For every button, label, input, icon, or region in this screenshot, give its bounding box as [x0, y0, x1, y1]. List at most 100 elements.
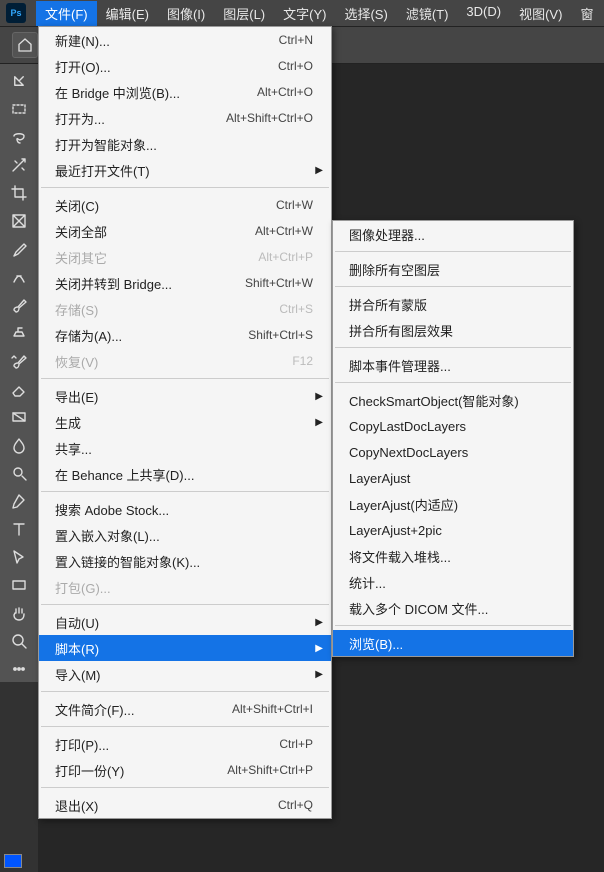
file-item-32[interactable]: 打印一份(Y)Alt+Shift+Ctrl+P [39, 757, 331, 783]
file-item-16[interactable]: 生成▶ [39, 409, 331, 435]
menu-4[interactable]: 文字(Y) [274, 1, 335, 26]
frame-tool[interactable] [4, 208, 34, 234]
file-item-17[interactable]: 共享... [39, 435, 331, 461]
file-item-25[interactable]: 自动(U)▶ [39, 609, 331, 635]
script-item-14[interactable]: LayerAjust+2pic [333, 517, 573, 543]
file-item-0[interactable]: 新建(N)...Ctrl+N [39, 27, 331, 53]
file-item-1[interactable]: 打开(O)...Ctrl+O [39, 53, 331, 79]
home-button[interactable] [12, 32, 38, 58]
crop-tool[interactable] [4, 180, 34, 206]
spot-healing-tool[interactable] [4, 264, 34, 290]
brush-tool[interactable] [4, 292, 34, 318]
pen-tool[interactable] [4, 488, 34, 514]
menu-5[interactable]: 选择(S) [335, 1, 396, 26]
menu-8[interactable]: 视图(V) [510, 1, 571, 26]
file-label-10: 关闭并转到 Bridge... [55, 274, 233, 293]
move-tool[interactable] [4, 68, 34, 94]
script-label-9: CheckSmartObject(智能对象) [349, 391, 555, 410]
script-label-16: 统计... [349, 573, 555, 592]
gradient-tool[interactable] [4, 404, 34, 430]
file-sep-14 [41, 378, 329, 379]
lasso-tool[interactable] [4, 124, 34, 150]
script-item-5[interactable]: 拼合所有图层效果 [333, 317, 573, 343]
script-sep-3 [335, 286, 571, 287]
file-item-18[interactable]: 在 Behance 上共享(D)... [39, 461, 331, 487]
script-label-17: 载入多个 DICOM 文件... [349, 599, 555, 618]
file-label-16: 生成 [55, 413, 313, 432]
file-item-10[interactable]: 关闭并转到 Bridge...Shift+Ctrl+W [39, 270, 331, 296]
script-item-10[interactable]: CopyLastDocLayers [333, 413, 573, 439]
file-label-11: 存储(S) [55, 300, 267, 319]
file-item-21[interactable]: 置入嵌入对象(L)... [39, 522, 331, 548]
file-item-27[interactable]: 导入(M)▶ [39, 661, 331, 687]
script-item-19[interactable]: 浏览(B)... [333, 630, 573, 656]
submenu-arrow-icon: ▶ [315, 643, 323, 654]
magic-wand-tool[interactable] [4, 152, 34, 178]
file-item-12[interactable]: 存储为(A)...Shift+Ctrl+S [39, 322, 331, 348]
file-item-31[interactable]: 打印(P)...Ctrl+P [39, 731, 331, 757]
file-item-8[interactable]: 关闭全部 Alt+Ctrl+W [39, 218, 331, 244]
file-item-3[interactable]: 打开为...Alt+Shift+Ctrl+O [39, 105, 331, 131]
menu-1[interactable]: 编辑(E) [97, 1, 158, 26]
file-label-23: 打包(G)... [55, 578, 313, 597]
file-item-2[interactable]: 在 Bridge 中浏览(B)...Alt+Ctrl+O [39, 79, 331, 105]
file-item-5[interactable]: 最近打开文件(T)▶ [39, 157, 331, 183]
zoom-tool[interactable] [4, 628, 34, 654]
menu-2[interactable]: 图像(I) [158, 1, 214, 26]
file-label-2: 在 Bridge 中浏览(B)... [55, 83, 245, 102]
eraser-tool[interactable] [4, 376, 34, 402]
script-item-11[interactable]: CopyNextDocLayers [333, 439, 573, 465]
history-brush-tool[interactable] [4, 348, 34, 374]
menu-3[interactable]: 图层(L) [214, 1, 274, 26]
script-item-9[interactable]: CheckSmartObject(智能对象) [333, 387, 573, 413]
file-shortcut-0: Ctrl+N [279, 33, 313, 47]
eyedropper-tool[interactable] [4, 236, 34, 262]
script-item-17[interactable]: 载入多个 DICOM 文件... [333, 595, 573, 621]
script-label-13: LayerAjust(内适应) [349, 495, 555, 514]
rectangle-tool[interactable] [4, 572, 34, 598]
type-tool[interactable] [4, 516, 34, 542]
menu-9[interactable]: 窗 [571, 1, 602, 26]
file-label-8: 关闭全部 [55, 222, 243, 241]
marquee-tool[interactable] [4, 96, 34, 122]
file-menu-dropdown: 新建(N)...Ctrl+N打开(O)...Ctrl+O在 Bridge 中浏览… [38, 26, 332, 819]
script-submenu-dropdown: 图像处理器... 删除所有空图层拼合所有蒙版拼合所有图层效果脚本事件管理器... C… [332, 220, 574, 657]
blur-tool[interactable] [4, 432, 34, 458]
file-shortcut-13: F12 [292, 354, 313, 368]
file-item-20[interactable]: 搜索 Adobe Stock... [39, 496, 331, 522]
hand-tool[interactable] [4, 600, 34, 626]
file-item-26[interactable]: 脚本(R)▶ [39, 635, 331, 661]
color-swatch[interactable] [4, 848, 34, 868]
file-item-29[interactable]: 文件简介(F)...Alt+Shift+Ctrl+I [39, 696, 331, 722]
file-item-4[interactable]: 打开为智能对象... [39, 131, 331, 157]
script-item-4[interactable]: 拼合所有蒙版 [333, 291, 573, 317]
script-item-16[interactable]: 统计... [333, 569, 573, 595]
foreground-color[interactable] [4, 854, 22, 868]
clone-stamp-tool[interactable] [4, 320, 34, 346]
submenu-arrow-icon: ▶ [315, 165, 323, 176]
file-shortcut-34: Ctrl+Q [278, 798, 313, 812]
script-item-0[interactable]: 图像处理器... [333, 221, 573, 247]
file-item-7[interactable]: 关闭(C)Ctrl+W [39, 192, 331, 218]
dodge-tool[interactable] [4, 460, 34, 486]
file-label-31: 打印(P)... [55, 735, 267, 754]
file-shortcut-8: Alt+Ctrl+W [255, 224, 313, 238]
more-tool[interactable] [4, 656, 34, 682]
path-select-tool[interactable] [4, 544, 34, 570]
script-label-4: 拼合所有蒙版 [349, 295, 555, 314]
script-item-12[interactable]: LayerAjust [333, 465, 573, 491]
file-item-34[interactable]: 退出(X)Ctrl+Q [39, 792, 331, 818]
file-label-5: 最近打开文件(T) [55, 161, 313, 180]
script-label-7: 脚本事件管理器... [349, 356, 555, 375]
file-item-15[interactable]: 导出(E)▶ [39, 383, 331, 409]
script-item-2[interactable]: 删除所有空图层 [333, 256, 573, 282]
script-label-15: 将文件载入堆栈... [349, 547, 555, 566]
menu-0[interactable]: 文件(F) [36, 1, 97, 26]
file-item-22[interactable]: 置入链接的智能对象(K)... [39, 548, 331, 574]
menu-6[interactable]: 滤镜(T) [397, 1, 458, 26]
script-item-15[interactable]: 将文件载入堆栈... [333, 543, 573, 569]
menu-7[interactable]: 3D(D) [457, 1, 510, 26]
script-item-7[interactable]: 脚本事件管理器... [333, 352, 573, 378]
script-item-13[interactable]: LayerAjust(内适应) [333, 491, 573, 517]
file-shortcut-3: Alt+Shift+Ctrl+O [226, 111, 313, 125]
